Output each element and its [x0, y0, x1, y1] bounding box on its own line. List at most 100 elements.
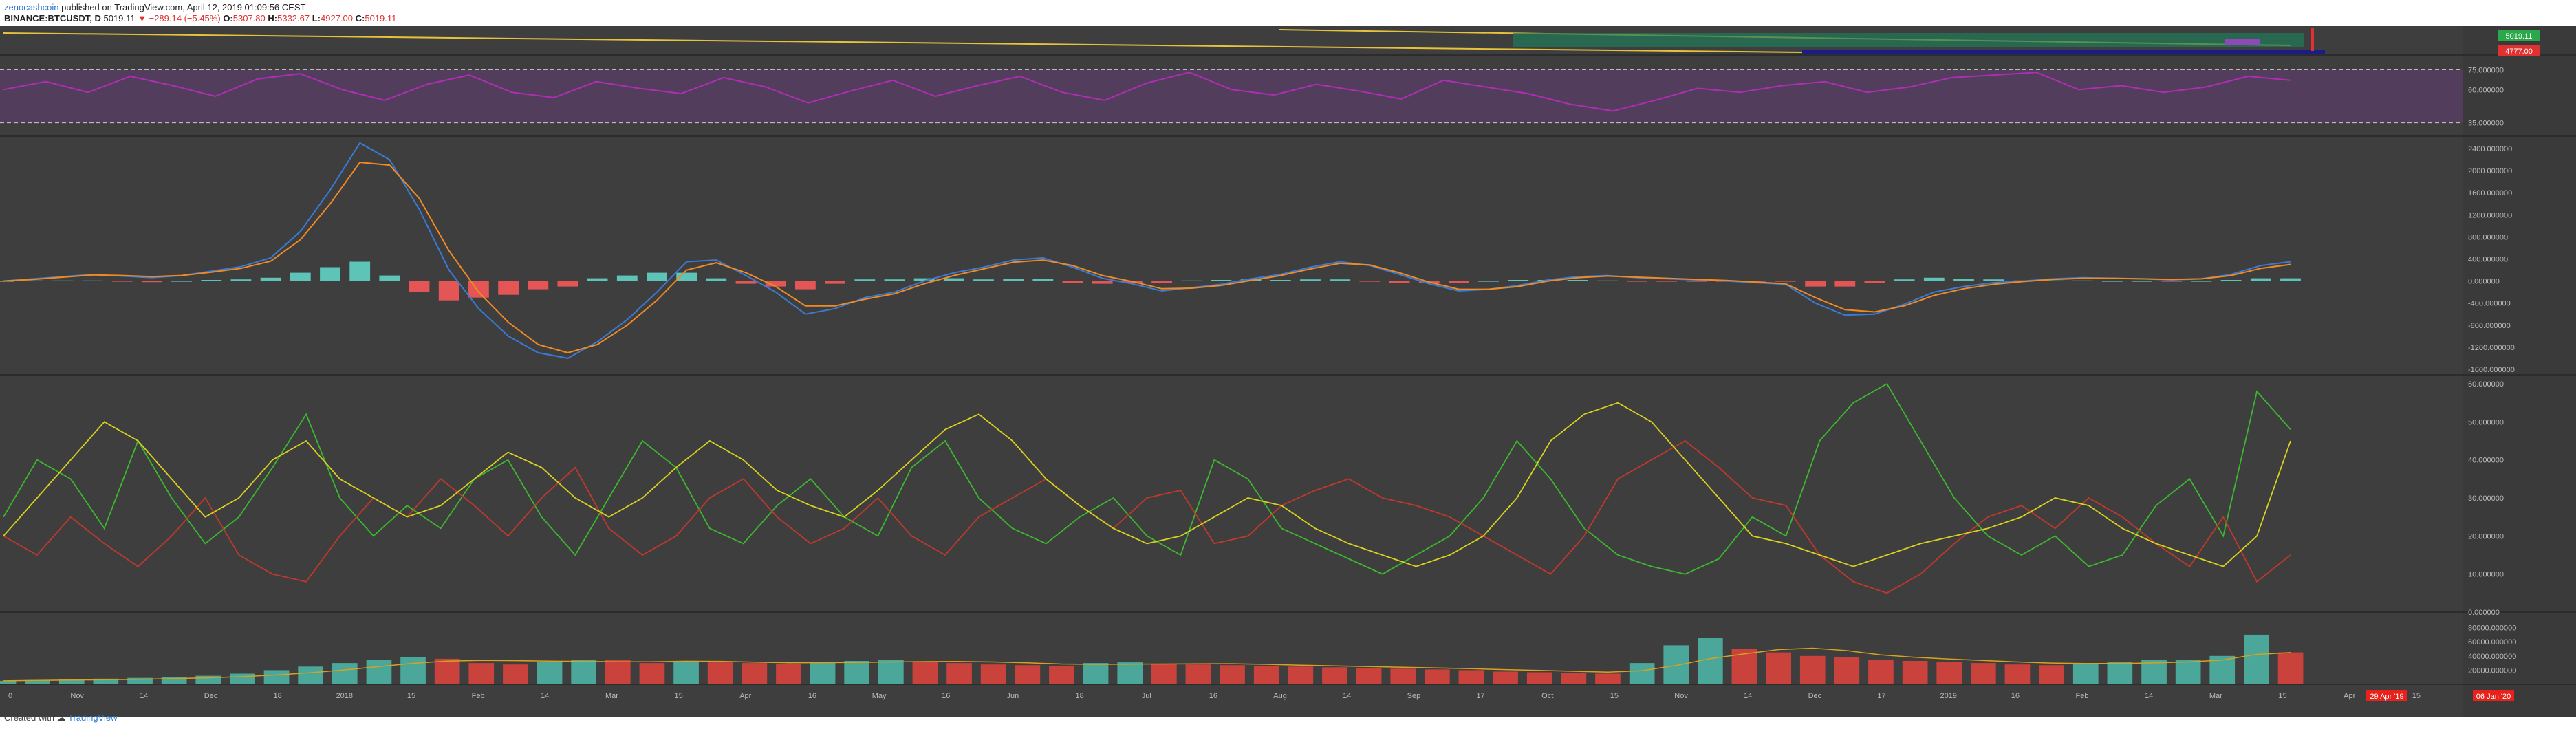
tradingview-icon: ☁ — [56, 712, 66, 723]
macd-histogram-bar — [1953, 279, 1974, 281]
x-tick-label: May — [872, 692, 887, 700]
macd-histogram-bar — [1359, 281, 1381, 282]
y-tick-label: 1600.000000 — [2468, 189, 2512, 197]
created-with-text: Created with — [4, 712, 54, 723]
x-tick-label: 15 — [674, 692, 682, 700]
y-tick-label: -800.000000 — [2468, 322, 2511, 330]
x-tick-label: 16 — [1209, 692, 1217, 700]
macd-histogram-bar — [943, 278, 964, 281]
x-tick-label: Jul — [1142, 692, 1151, 700]
macd-histogram-bar — [706, 278, 727, 281]
x-tick-label: 14 — [140, 692, 148, 700]
x-tick-label: Mar — [2209, 692, 2222, 700]
volume-bar — [1834, 657, 1860, 684]
price-band — [2225, 39, 2260, 45]
volume-bar — [1015, 665, 1041, 684]
macd-histogram-bar — [290, 272, 311, 281]
macd-histogram-bar — [825, 281, 845, 284]
volume-bar — [1185, 664, 1211, 684]
volume-bar — [537, 662, 563, 684]
close-label: C: — [355, 13, 365, 23]
volume-bar — [1288, 666, 1314, 685]
x-tick-label: Oct — [1541, 692, 1553, 700]
macd-histogram-bar — [1923, 277, 1945, 281]
y-tick-label: 60000.000000 — [2468, 638, 2516, 646]
volume-bar — [1425, 669, 1450, 684]
volume-bar — [1083, 663, 1109, 684]
macd-histogram-bar — [1834, 281, 1856, 287]
volume-bar — [1458, 670, 1484, 684]
volume-bar — [230, 673, 255, 684]
price-tag-label: 5019.11 — [2506, 32, 2533, 41]
volume-bar — [776, 664, 801, 684]
macd-histogram-bar — [1389, 281, 1410, 283]
x-tick-label: Jun — [1007, 692, 1019, 700]
macd-histogram-bar — [379, 275, 400, 281]
macd-histogram-bar — [1300, 279, 1321, 281]
macd-histogram-bar — [1656, 281, 1678, 282]
macd-histogram-bar — [438, 281, 459, 301]
volume-bar — [1799, 655, 1826, 684]
volume-bar — [571, 660, 596, 684]
volume-bar — [1322, 667, 1347, 684]
macd-histogram-bar — [468, 281, 489, 298]
macd-histogram-bar — [616, 275, 638, 281]
volume-bar — [2072, 663, 2099, 684]
high-label: H: — [268, 13, 278, 23]
macd-histogram-bar — [1864, 281, 1885, 283]
x-tick-label: 14 — [541, 692, 549, 700]
x-tick-label: Dec — [1808, 692, 1822, 700]
x-tick-label: Feb — [2076, 692, 2089, 700]
volume-bar — [1356, 668, 1382, 684]
date-marker-label: 29 Apr '19 — [2370, 693, 2403, 701]
macd-histogram-bar — [557, 281, 578, 287]
x-tick-label: 17 — [1476, 692, 1484, 700]
y-tick-label: 60.000000 — [2468, 380, 2504, 389]
macd-histogram-bar — [498, 281, 519, 295]
y-tick-label: 75.000000 — [2468, 66, 2504, 74]
volume-bar — [707, 662, 733, 684]
volume-bar — [2141, 660, 2167, 684]
x-tick-label: 16 — [942, 692, 950, 700]
price-change: ▼ −289.14 (−5.45%) — [138, 13, 221, 23]
open-label: O: — [223, 13, 233, 23]
volume-bar — [1117, 662, 1143, 684]
close-value: 5019.11 — [365, 13, 397, 23]
volume-bar — [1936, 662, 1962, 684]
macd-histogram-bar — [142, 281, 162, 283]
y-tick-label: 40.000000 — [2468, 457, 2504, 465]
x-tick-label: 16 — [808, 692, 816, 700]
y-tick-label: 0.000000 — [2468, 609, 2500, 617]
volume-bar — [332, 663, 358, 684]
volume-bar — [673, 662, 699, 684]
x-tick-label: Nov — [1674, 692, 1688, 700]
tradingview-brand[interactable]: TradingView — [68, 712, 118, 723]
volume-bar — [400, 657, 426, 684]
volume-bar — [1698, 638, 1723, 684]
x-tick-label: 15 — [2278, 692, 2286, 700]
macd-histogram-bar — [1330, 279, 1351, 281]
y-tick-label: 0.000000 — [2468, 278, 2500, 286]
macd-histogram-bar — [1894, 279, 1915, 281]
x-tick-label: Feb — [472, 692, 485, 700]
author-link[interactable]: zenocashcoin — [4, 2, 59, 12]
publish-line: zenocashcoin published on TradingView.co… — [4, 2, 396, 13]
macd-histogram-bar — [1270, 280, 1291, 281]
price-candle — [2311, 28, 2314, 51]
x-tick-label: 14 — [1744, 692, 1752, 700]
volume-bar — [2175, 660, 2201, 684]
macd-histogram-bar — [2102, 281, 2123, 282]
y-tick-label: 80000.000000 — [2468, 624, 2516, 633]
macd-histogram-bar — [1449, 281, 1469, 283]
y-tick-label: -400.000000 — [2468, 300, 2511, 308]
x-tick-label: 15 — [407, 692, 415, 700]
chart-area[interactable]: 5019.11 4777.00 75.000000 60.000000 35.00000… — [0, 26, 2576, 717]
volume-bar — [946, 663, 972, 684]
price-band — [1802, 50, 2325, 54]
macd-histogram-bar — [1983, 279, 2004, 281]
macd-histogram-bar — [1686, 281, 1707, 282]
x-tick-label: 14 — [2145, 692, 2153, 700]
y-tick-label: 10.000000 — [2468, 571, 2504, 579]
y-tick-label: 400.000000 — [2468, 256, 2508, 264]
published-text: published on TradingView.com, April 12, … — [61, 2, 306, 12]
